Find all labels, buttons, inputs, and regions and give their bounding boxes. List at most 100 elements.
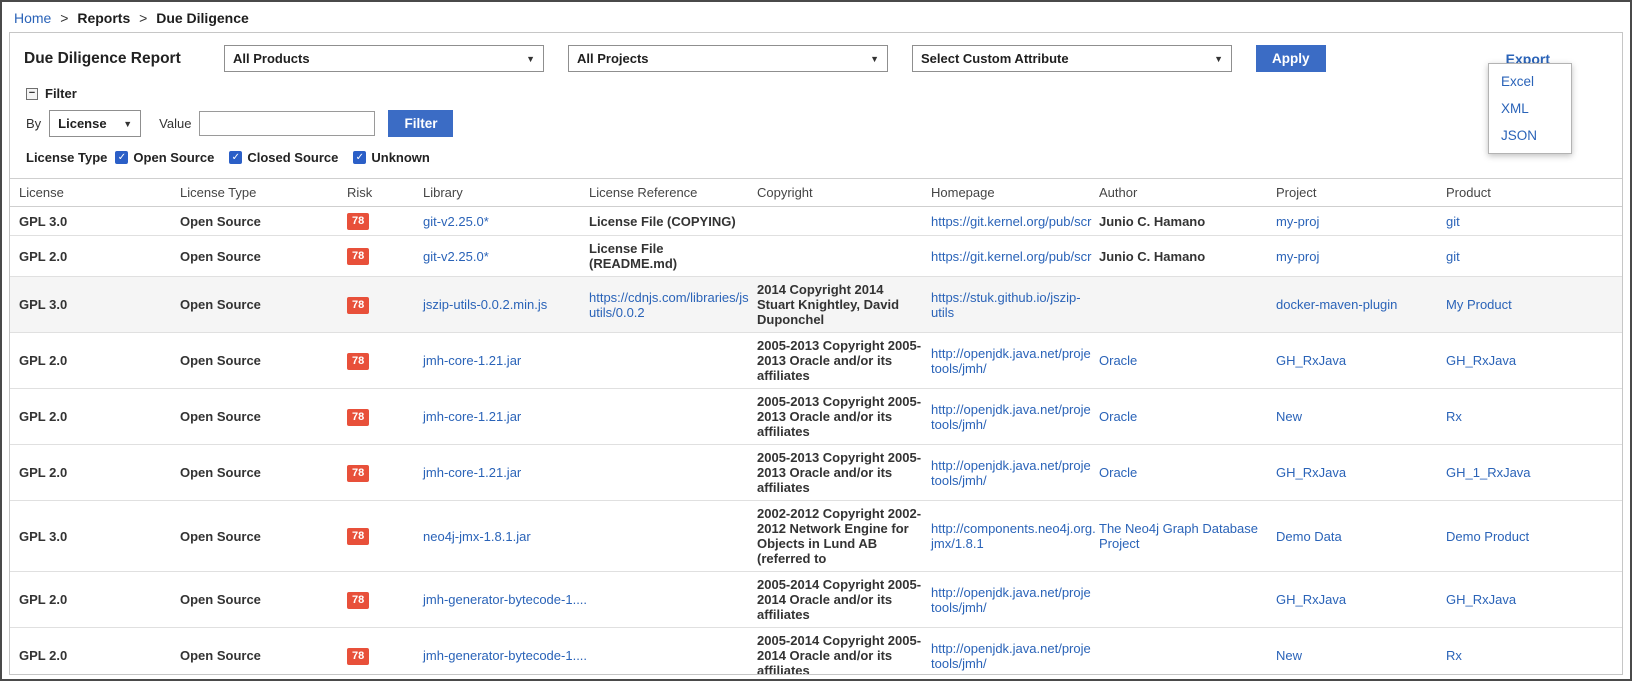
column-header-homepage: Homepage [929,179,1097,207]
table-row: GPL 2.0Open Source78jmh-generator-byteco… [10,628,1622,676]
projects-dropdown-value: All Projects [577,51,649,66]
cell-author-link[interactable]: Oracle [1099,353,1137,368]
cell-product-link[interactable]: GH_1_RxJava [1446,465,1531,480]
cell-risk: 78 [345,501,421,572]
cell-copyright: 2005-2014 Copyright 2005-2014 Oracle and… [755,572,929,628]
export-option-json[interactable]: JSON [1489,122,1571,149]
checkbox-icon[interactable]: ✓ [229,151,242,164]
checkbox-closed-source[interactable]: ✓Closed Source [229,150,338,165]
cell-project-link[interactable]: New [1276,648,1302,663]
projects-dropdown[interactable]: All Projects ▼ [568,45,888,72]
cell-copyright: 2005-2013 Copyright 2005-2013 Oracle and… [755,333,929,389]
cell-product-link[interactable]: Rx [1446,648,1462,663]
cell-copyright: 2002-2012 Copyright 2002-2012 Network En… [755,501,929,572]
page-title: Due Diligence Report [24,50,200,68]
column-header-license-type: License Type [178,179,345,207]
cell-product-link[interactable]: My Product [1446,297,1512,312]
cell-product: Rx [1444,628,1622,676]
checkbox-open-source[interactable]: ✓ Open Source [115,150,214,165]
cell-product: GH_1_RxJava [1444,445,1622,501]
cell-author [1097,628,1274,676]
cell-homepage-link[interactable]: https://git.kernel.org/pub/scr [931,214,1091,229]
cell-library-link[interactable]: git-v2.25.0* [423,214,489,229]
cell-homepage-link[interactable]: https://stuk.github.io/jszip-utils [931,290,1081,320]
cell-project-link[interactable]: GH_RxJava [1276,353,1346,368]
cell-project: my-proj [1274,207,1444,236]
cell-project-link[interactable]: GH_RxJava [1276,465,1346,480]
cell-homepage-link[interactable]: http://openjdk.java.net/proje tools/jmh/ [931,458,1091,488]
license-type-filter-row: License Type ✓Open Source✓Closed Source✓… [10,137,1622,176]
cell-author-link[interactable]: Oracle [1099,409,1137,424]
cell-risk: 78 [345,572,421,628]
risk-badge: 78 [347,297,369,314]
cell-library-link[interactable]: jmh-core-1.21.jar [423,409,521,424]
checkbox-unknown[interactable]: ✓Unknown [353,150,430,165]
checkbox-icon[interactable]: ✓ [353,151,366,164]
cell-license: GPL 2.0 [10,445,178,501]
cell-library-link[interactable]: jmh-core-1.21.jar [423,353,521,368]
cell-author: Junio C. Hamano [1097,207,1274,236]
cell-library-link[interactable]: neo4j-jmx-1.8.1.jar [423,529,531,544]
cell-license-reference-link[interactable]: https://cdnjs.com/libraries/js utils/0.0… [589,290,749,320]
cell-library-link[interactable]: jmh-generator-bytecode-1.... [423,592,587,607]
column-header-author: Author [1097,179,1274,207]
cell-project-link[interactable]: my-proj [1276,214,1319,229]
table-row: GPL 3.0Open Source78neo4j-jmx-1.8.1.jar2… [10,501,1622,572]
export-option-xml[interactable]: XML [1489,95,1571,122]
table-row: GPL 2.0Open Source78jmh-generator-byteco… [10,572,1622,628]
due-diligence-table: LicenseLicense TypeRiskLibraryLicense Re… [10,178,1622,675]
table-row: GPL 3.0Open Source78git-v2.25.0*License … [10,207,1622,236]
cell-author-link[interactable]: Oracle [1099,465,1137,480]
cell-copyright: 2005-2013 Copyright 2005-2013 Oracle and… [755,389,929,445]
cell-homepage: https://git.kernel.org/pub/scr [929,236,1097,277]
cell-project-link[interactable]: docker-maven-plugin [1276,297,1397,312]
breadcrumb-home-link[interactable]: Home [14,10,51,26]
cell-project-link[interactable]: New [1276,409,1302,424]
cell-library-link[interactable]: git-v2.25.0* [423,249,489,264]
cell-product-link[interactable]: git [1446,249,1460,264]
cell-product-link[interactable]: git [1446,214,1460,229]
table-row: GPL 3.0Open Source78jszip-utils-0.0.2.mi… [10,277,1622,333]
custom-attribute-dropdown[interactable]: Select Custom Attribute ▼ [912,45,1232,72]
cell-homepage-link[interactable]: http://openjdk.java.net/proje tools/jmh/ [931,641,1091,671]
cell-license-type: Open Source [178,389,345,445]
cell-homepage-link[interactable]: https://git.kernel.org/pub/scr [931,249,1091,264]
cell-author-link[interactable]: The Neo4j Graph Database Project [1099,521,1258,551]
filter-value-input[interactable] [199,111,375,136]
cell-library-link[interactable]: jmh-core-1.21.jar [423,465,521,480]
cell-homepage-link[interactable]: http://openjdk.java.net/proje tools/jmh/ [931,585,1091,615]
cell-product-link[interactable]: Demo Product [1446,529,1529,544]
table-header-row: LicenseLicense TypeRiskLibraryLicense Re… [10,179,1622,207]
cell-author [1097,277,1274,333]
license-type-label: License Type [26,150,107,165]
cell-library-link[interactable]: jmh-generator-bytecode-1.... [423,648,587,663]
chevron-down-icon: ▼ [870,54,879,64]
cell-library-link[interactable]: jszip-utils-0.0.2.min.js [423,297,547,312]
cell-product-link[interactable]: GH_RxJava [1446,592,1516,607]
products-dropdown[interactable]: All Products ▼ [224,45,544,72]
cell-homepage-link[interactable]: http://openjdk.java.net/proje tools/jmh/ [931,402,1091,432]
export-option-excel[interactable]: Excel [1489,68,1571,95]
apply-button[interactable]: Apply [1256,45,1326,72]
cell-license-reference: License File (README.md) [587,236,755,277]
breadcrumb-reports[interactable]: Reports [77,10,130,26]
cell-project-link[interactable]: my-proj [1276,249,1319,264]
cell-project-link[interactable]: Demo Data [1276,529,1342,544]
cell-license-reference [587,628,755,676]
filter-button[interactable]: Filter [388,110,453,137]
cell-homepage-link[interactable]: http://openjdk.java.net/proje tools/jmh/ [931,346,1091,376]
filter-by-dropdown[interactable]: License ▼ [49,110,141,137]
cell-product-link[interactable]: Rx [1446,409,1462,424]
cell-project-link[interactable]: GH_RxJava [1276,592,1346,607]
table-row: GPL 2.0Open Source78jmh-core-1.21.jar200… [10,445,1622,501]
collapse-icon[interactable] [26,88,38,100]
checkbox-label: Open Source [133,150,214,165]
table-row: GPL 2.0Open Source78jmh-core-1.21.jar200… [10,333,1622,389]
cell-copyright: 2005-2013 Copyright 2005-2013 Oracle and… [755,445,929,501]
checkbox-icon[interactable]: ✓ [115,151,128,164]
cell-license: GPL 3.0 [10,207,178,236]
cell-homepage-link[interactable]: http://components.neo4j.org. jmx/1.8.1 [931,521,1096,551]
cell-license: GPL 2.0 [10,628,178,676]
cell-product-link[interactable]: GH_RxJava [1446,353,1516,368]
export-menu: ExcelXMLJSON [1488,63,1572,154]
